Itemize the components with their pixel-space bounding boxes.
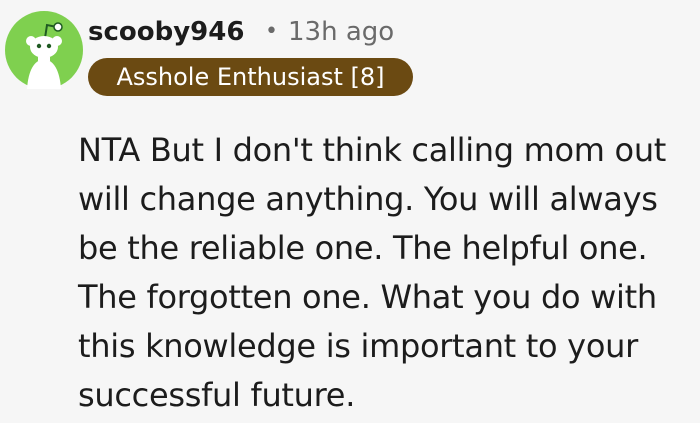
user-avatar[interactable] — [5, 11, 83, 89]
username[interactable]: scooby946 — [88, 13, 244, 51]
comment: scooby946 • 13h ago Asshole Enthusiast [… — [0, 0, 700, 423]
user-flair: Asshole Enthusiast [8] — [88, 58, 413, 96]
timestamp[interactable]: 13h ago — [288, 13, 394, 51]
meta-separator: • — [265, 19, 278, 44]
snoo-avatar-icon — [5, 11, 83, 89]
comment-body: NTA But I don't think calling mom out wi… — [78, 131, 667, 414]
